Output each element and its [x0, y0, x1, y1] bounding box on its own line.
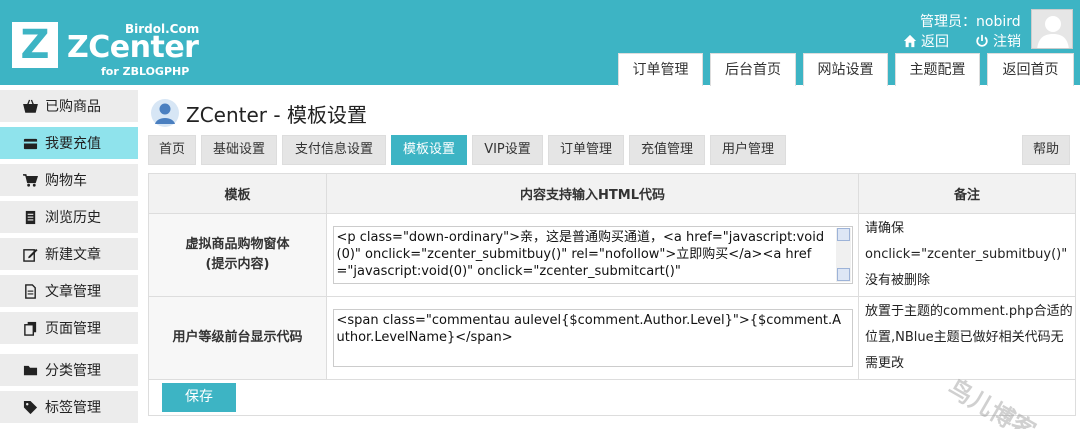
basket-icon: [22, 98, 38, 114]
sidebar-item-label: 购物车: [45, 173, 87, 189]
top-tab-orders[interactable]: 订单管理: [618, 53, 703, 86]
tab-vip-settings[interactable]: VIP设置: [472, 135, 543, 165]
table-header-row: 模板 内容支持输入HTML代码 备注: [148, 173, 1076, 214]
sidebar-item-category-manage[interactable]: 分类管理: [0, 354, 138, 386]
save-button[interactable]: 保存: [162, 383, 236, 412]
code-cell: <span class="commentau aulevel{$comment.…: [326, 296, 859, 380]
tag-icon: [22, 399, 38, 415]
document-icon: [22, 283, 38, 299]
sidebar-item-label: 页面管理: [45, 321, 101, 337]
avatar[interactable]: [1031, 9, 1073, 49]
brand-name: ZCenter: [67, 30, 199, 65]
header-note: 备注: [858, 173, 1076, 214]
logo-icon[interactable]: Z: [12, 22, 58, 68]
card-icon: [22, 135, 38, 151]
sidebar-item-history[interactable]: 浏览历史: [0, 201, 138, 233]
sidebar-item-label: 分类管理: [45, 363, 101, 379]
tab-recharge-manage[interactable]: 充值管理: [629, 135, 705, 165]
user-level-code-editor[interactable]: <span class="commentau aulevel{$comment.…: [332, 309, 853, 367]
top-tab-site-settings[interactable]: 网站设置: [803, 53, 888, 86]
sidebar: 已购商品 我要充值 购物车 浏览历史 新建文章 文章管理 页面管理 分类管理 标…: [0, 85, 140, 429]
tab-basic-settings[interactable]: 基础设置: [201, 135, 277, 165]
tab-order-manage[interactable]: 订单管理: [548, 135, 624, 165]
back-label: 返回: [921, 34, 949, 50]
tab-home[interactable]: 首页: [148, 135, 196, 165]
tab-payment-settings[interactable]: 支付信息设置: [282, 135, 386, 165]
note-cell: 请确保 onclick="zcenter_submitbuy()" 没有被删除: [858, 213, 1076, 297]
tab-template-settings[interactable]: 模板设置: [391, 135, 467, 165]
help-button[interactable]: 帮助: [1022, 135, 1070, 165]
row-label: 用户等级前台显示代码: [148, 296, 327, 380]
top-tab-admin-home[interactable]: 后台首页: [710, 53, 796, 86]
sidebar-item-purchased[interactable]: 已购商品: [0, 90, 138, 122]
sidebar-item-label: 新建文章: [45, 247, 101, 263]
header-content: 内容支持输入HTML代码: [326, 173, 859, 214]
sidebar-item-label: 标签管理: [45, 400, 101, 416]
sidebar-item-page-manage[interactable]: 页面管理: [0, 312, 138, 344]
editor-scrollbar[interactable]: [835, 228, 851, 282]
folder-icon: [22, 362, 38, 378]
pages-icon: [22, 320, 38, 336]
sidebar-item-cart[interactable]: 购物车: [0, 164, 138, 196]
save-cell: [148, 379, 1076, 416]
row-label: 虚拟商品购物窗体 (提示内容): [148, 213, 327, 297]
note-line: onclick="zcenter_submitbuy()": [865, 247, 1068, 262]
user-silhouette-icon: [1037, 16, 1069, 48]
home-icon: [903, 34, 917, 48]
admin-label: 管理员：nobird: [920, 14, 1021, 30]
settings-table: 模板 内容支持输入HTML代码 备注 虚拟商品购物窗体 (提示内容) <p cl…: [148, 173, 1076, 416]
back-link[interactable]: 返回: [903, 31, 949, 51]
top-tab-return-home[interactable]: 返回首页: [987, 53, 1074, 86]
brand-subtitle: for ZBLOGPHP: [101, 65, 190, 78]
scroll-up-icon[interactable]: [836, 228, 850, 241]
sidebar-item-new-post[interactable]: 新建文章: [0, 238, 138, 270]
row-label-line: (提示内容): [205, 257, 270, 272]
purchase-window-code-editor[interactable]: <p class="down-ordinary">亲，这是普通购买通道，<a h…: [332, 226, 853, 284]
sidebar-item-label: 我要充值: [45, 136, 101, 152]
table-row: 用户等级前台显示代码 <span class="commentau auleve…: [148, 296, 1076, 380]
page-title: ZCenter - 模板设置: [186, 102, 367, 127]
note-line: 没有被删除: [865, 273, 931, 288]
top-tab-theme-config[interactable]: 主题配置: [895, 53, 980, 86]
sidebar-item-label: 文章管理: [45, 284, 101, 300]
logo-letter: Z: [20, 22, 50, 68]
sidebar-item-tag-manage[interactable]: 标签管理: [0, 391, 138, 423]
page-title-area: ZCenter - 模板设置: [150, 98, 367, 128]
tab-user-manage[interactable]: 用户管理: [710, 135, 786, 165]
history-icon: [22, 209, 38, 225]
sidebar-item-label: 浏览历史: [45, 210, 101, 226]
code-text: <p class="down-ordinary">亲，这是普通购买通道，<a h…: [336, 230, 825, 279]
sidebar-item-recharge[interactable]: 我要充值: [0, 127, 138, 159]
user-icon: [151, 99, 179, 127]
header-template: 模板: [148, 173, 327, 214]
table-row: 虚拟商品购物窗体 (提示内容) <p class="down-ordinary"…: [148, 213, 1076, 297]
power-icon: [976, 34, 988, 47]
sidebar-item-label: 已购商品: [45, 99, 101, 115]
code-text: <span class="commentau aulevel{$comment.…: [336, 313, 842, 345]
cart-icon: [22, 172, 38, 188]
save-row: [148, 379, 1076, 416]
note-cell: 放置于主题的comment.php合适的位置,NBlue主题已做好相关代码无需更…: [858, 296, 1076, 380]
note-line: 请确保: [865, 221, 905, 236]
top-header: Z Birdol.Com ZCenter for ZBLOGPHP 管理员：no…: [0, 0, 1080, 86]
code-cell: <p class="down-ordinary">亲，这是普通购买通道，<a h…: [326, 213, 859, 297]
edit-icon: [22, 246, 38, 262]
logout-label: 注销: [993, 34, 1021, 50]
scroll-down-icon[interactable]: [836, 268, 850, 281]
row-label-line: 虚拟商品购物窗体: [185, 237, 290, 252]
sidebar-item-post-manage[interactable]: 文章管理: [0, 275, 138, 307]
logout-link[interactable]: 注销: [975, 31, 1021, 51]
